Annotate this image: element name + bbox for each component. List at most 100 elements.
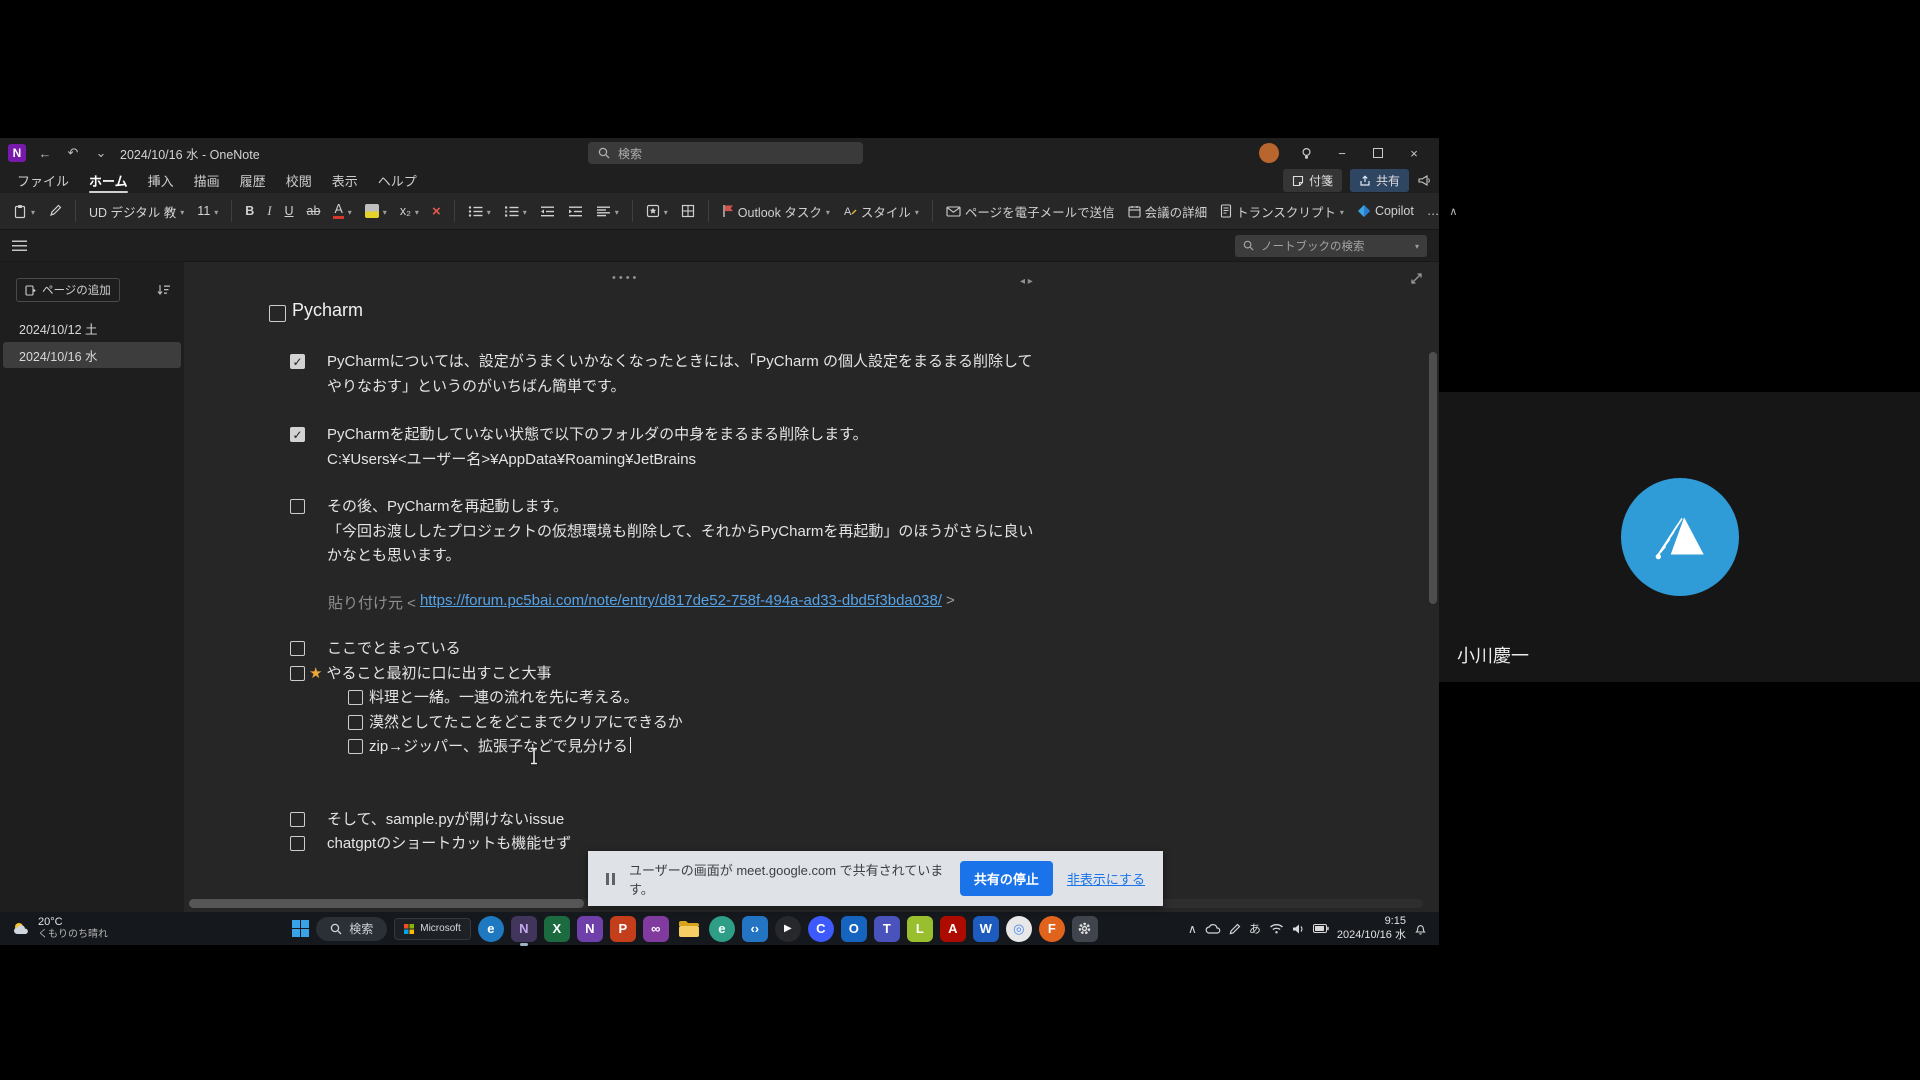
tab-help[interactable]: ヘルプ — [369, 169, 426, 192]
bullet-list-button[interactable]: ▾ — [465, 202, 494, 221]
taskbar-app-media-player[interactable]: ▶ — [775, 916, 801, 942]
todo-checkbox-checked[interactable]: ✓ — [290, 427, 305, 442]
tab-file[interactable]: ファイル — [8, 169, 78, 192]
todo-checkbox[interactable] — [348, 690, 363, 705]
taskbar-clock[interactable]: 9:15 2024/10/16 水 — [1337, 915, 1406, 943]
taskbar-app-outlook[interactable]: O — [841, 916, 867, 942]
font-name-select[interactable]: UD デジタル 教 ▾ — [86, 199, 187, 224]
collapse-ribbon-icon[interactable]: ∧ — [1449, 205, 1457, 218]
horizontal-scrollbar-thumb[interactable] — [189, 899, 584, 908]
taskbar-app-teams[interactable]: T — [874, 916, 900, 942]
subscript-button[interactable]: x₂ ▾ — [397, 201, 422, 221]
pause-icon[interactable] — [606, 873, 615, 885]
taskbar-app-settings[interactable] — [1072, 916, 1098, 942]
taskbar-app-acrobat[interactable]: A — [940, 916, 966, 942]
taskbar-app-edge-dev[interactable]: e — [709, 916, 735, 942]
indent-button[interactable] — [565, 202, 586, 221]
todo-text[interactable]: PyCharmを起動していない状態で以下のフォルダの中身をまるまる削除します。 … — [327, 423, 868, 472]
todo-text[interactable]: PyCharmについては、設定がうまくいかなくなったときには、「PyCharm … — [327, 350, 1033, 399]
participant-video-tile[interactable]: 小川慶一 — [1439, 392, 1920, 682]
page-resize-arrows-icon[interactable]: ◂ ▸ — [1020, 276, 1033, 287]
italic-button[interactable]: I — [264, 201, 274, 222]
navigation-menu-icon[interactable] — [12, 240, 27, 252]
tray-chevron-up-icon[interactable]: ∧ — [1188, 922, 1197, 936]
paragraph-handle[interactable]: •••• — [612, 272, 639, 284]
tab-draw[interactable]: 描画 — [185, 169, 229, 192]
font-color-button[interactable]: A ▾ — [330, 200, 354, 222]
taskbar-app-excel[interactable]: X — [544, 916, 570, 942]
ime-mode-indicator[interactable]: あ — [1249, 920, 1261, 937]
fit-page-icon[interactable] — [1410, 272, 1423, 285]
taskbar-app-file-explorer[interactable] — [676, 916, 702, 942]
todo-checkbox[interactable] — [348, 739, 363, 754]
numbered-list-button[interactable]: ▾ — [501, 202, 530, 221]
taskbar-app-onenote[interactable]: N — [577, 916, 603, 942]
copilot-button[interactable]: Copilot — [1354, 201, 1417, 221]
tag-button[interactable]: ▾ — [643, 201, 671, 221]
hide-banner-link[interactable]: 非表示にする — [1067, 869, 1145, 888]
todo-text[interactable]: zip→ジッパー、拡張子などで見分ける — [369, 735, 631, 760]
page-canvas[interactable]: •••• ◂ ▸ Pycharm ✓ PyCharmについては、設定がうまく — [184, 262, 1439, 912]
todo-checkbox[interactable] — [290, 836, 305, 851]
tab-insert[interactable]: 挿入 — [139, 169, 183, 192]
start-button[interactable] — [292, 920, 309, 937]
todo-text[interactable]: ここでとまっている — [327, 637, 461, 662]
styles-button[interactable]: A スタイル ▾ — [840, 199, 922, 224]
paste-button[interactable]: ▾ — [10, 201, 38, 222]
taskbar-app-onenote-active[interactable]: N — [511, 916, 537, 942]
todo-checkbox[interactable] — [269, 305, 286, 322]
underline-button[interactable]: U — [282, 201, 297, 221]
titlebar-search-input[interactable]: 検索 — [588, 142, 863, 164]
todo-checkbox-checked[interactable]: ✓ — [290, 354, 305, 369]
page-item[interactable]: 2024/10/12 土 — [3, 315, 181, 341]
highlight-button[interactable]: ▾ — [362, 201, 390, 221]
tab-view[interactable]: 表示 — [323, 169, 367, 192]
volume-icon[interactable] — [1292, 923, 1305, 935]
onedrive-cloud-icon[interactable] — [1205, 923, 1221, 934]
outdent-button[interactable] — [537, 202, 558, 221]
transcript-button[interactable]: トランスクリプト ▾ — [1217, 199, 1347, 224]
todo-checkbox[interactable] — [290, 666, 305, 681]
meeting-details-button[interactable]: 会議の詳細 — [1125, 199, 1211, 224]
account-avatar[interactable] — [1259, 143, 1279, 163]
outlook-tasks-button[interactable]: Outlook タスク ▾ — [719, 199, 833, 224]
taskbar-app-visual-studio[interactable]: ∞ — [643, 916, 669, 942]
tab-review[interactable]: 校閲 — [277, 169, 321, 192]
taskbar-app-word[interactable]: W — [973, 916, 999, 942]
todo-checkbox[interactable] — [290, 641, 305, 656]
battery-icon[interactable] — [1313, 924, 1329, 933]
close-button[interactable]: × — [1397, 138, 1431, 168]
taskbar-app-firefox[interactable]: F — [1039, 916, 1065, 942]
undo-icon[interactable]: ↶ — [64, 145, 82, 161]
add-page-button[interactable]: ページの追加 — [16, 278, 120, 302]
notification-bell-icon[interactable] — [1414, 922, 1427, 935]
todo-text[interactable]: そして、sample.pyが開けないissue — [327, 808, 564, 833]
notebook-search-input[interactable]: ノートブックの検索 ▾ — [1235, 235, 1427, 257]
vertical-scrollbar-thumb[interactable] — [1429, 352, 1437, 604]
todo-text[interactable]: やること最初に口に出すこと大事 — [326, 662, 551, 687]
todo-text[interactable]: chatgptのショートカットも機能せず — [327, 832, 571, 857]
sticky-notes-button[interactable]: 付箋 — [1283, 169, 1342, 192]
share-button[interactable]: 共有 — [1350, 169, 1409, 192]
ribbon-overflow-button[interactable]: … — [1424, 201, 1443, 221]
weather-widget[interactable]: 20°C くもりのち晴れ — [12, 916, 202, 941]
todo-checkbox[interactable] — [290, 499, 305, 514]
taskbar-search-input[interactable]: 検索 — [316, 917, 387, 941]
taskbar-app-chrome[interactable]: ◎ — [1006, 916, 1032, 942]
feedback-megaphone-icon[interactable] — [1417, 174, 1431, 187]
tips-bulb-icon[interactable] — [1289, 138, 1323, 168]
bold-button[interactable]: B — [242, 201, 257, 221]
taskbar-app-vs-code[interactable]: ‹› — [742, 916, 768, 942]
taskbar-app-line-works[interactable]: L — [907, 916, 933, 942]
search-scope-caret-icon[interactable]: ▾ — [1415, 242, 1419, 251]
pen-icon[interactable] — [1229, 923, 1241, 935]
maximize-button[interactable] — [1361, 138, 1395, 168]
tab-history[interactable]: 履歴 — [231, 169, 275, 192]
email-page-button[interactable]: ページを電子メールで送信 — [943, 199, 1118, 224]
minimize-button[interactable]: − — [1325, 138, 1359, 168]
todo-text[interactable]: 料理と一緒。一連の流れを先に考える。 — [369, 686, 639, 711]
vertical-scrollbar[interactable] — [1429, 264, 1437, 898]
clear-formatting-button[interactable]: × — [429, 200, 444, 223]
wifi-icon[interactable] — [1269, 923, 1284, 934]
todo-checkbox[interactable] — [348, 715, 363, 730]
